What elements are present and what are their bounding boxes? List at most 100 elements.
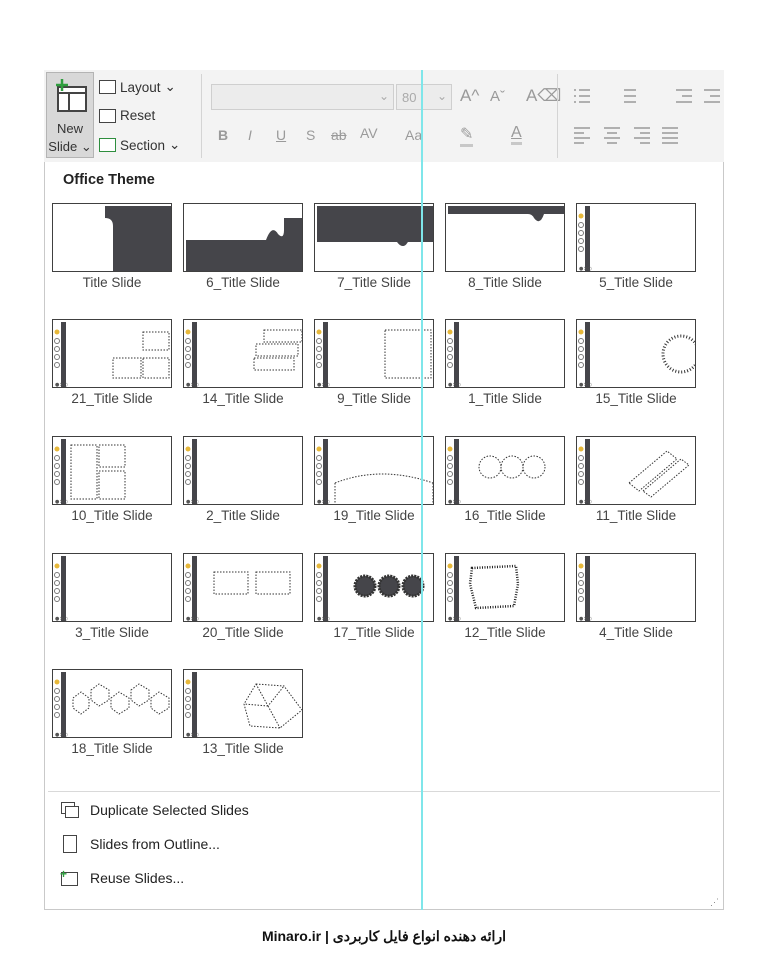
font-size-box[interactable]: 80 ⌄ [396, 84, 452, 110]
bold-button[interactable]: B [218, 127, 228, 143]
slide-layout-label: 10_Title Slide [71, 508, 153, 523]
layout-preview [448, 206, 564, 222]
strikethrough-button[interactable]: ab [331, 127, 347, 143]
slide-layout-thumbnail[interactable] [445, 203, 565, 272]
layout-preview: ●×○ [578, 556, 592, 622]
layout-preview [105, 206, 171, 271]
slide-layout-thumbnail[interactable]: ●×○ [52, 436, 172, 505]
section-button[interactable]: Section ⌄ [99, 137, 180, 153]
svg-text:●×○: ●×○ [317, 382, 330, 388]
font-size-value: 80 [402, 90, 417, 105]
slide-layout-thumbnail[interactable]: ●×○ [52, 319, 172, 388]
layout-preview: ●×○ [316, 439, 433, 505]
reset-label: Reset [120, 108, 156, 123]
layout-preview: ●×○ [54, 556, 68, 621]
resize-grip-icon[interactable]: ⋰ [710, 897, 719, 908]
duplicate-label: Duplicate Selected Slides [90, 802, 249, 818]
svg-text:●×○: ●×○ [579, 382, 592, 388]
underline-button[interactable]: U [276, 127, 286, 143]
slide-layout-thumbnail[interactable]: ●×○ [576, 203, 696, 272]
slide-layout-thumbnail[interactable]: ●×○ [576, 553, 696, 622]
slide-layout-thumbnail[interactable]: ●×○ [314, 436, 434, 505]
svg-text:●×○: ●×○ [579, 499, 592, 505]
layout-preview: ●×○ [578, 439, 690, 505]
slide-layout-label: 12_Title Slide [464, 625, 546, 640]
highlight-icon[interactable]: ✎ [460, 124, 474, 147]
new-slide-icon [56, 79, 87, 112]
slide-layout-label: 11_Title Slide [595, 508, 677, 523]
slide-layout-label: 16_Title Slide [464, 508, 546, 523]
slide-layout-label: 8_Title Slide [468, 275, 542, 290]
increase-indent-icon [704, 89, 720, 103]
menu-divider [48, 791, 720, 792]
italic-button[interactable]: I [248, 127, 252, 143]
align-right-icon [634, 127, 650, 144]
ribbon-separator [557, 74, 558, 158]
slide-layout-thumbnail[interactable]: ●×○ [576, 319, 696, 388]
slide-layout-thumbnail[interactable]: ●×○ [445, 319, 565, 388]
char-spacing-button[interactable]: AV [360, 125, 378, 141]
slide-layout-label: 3_Title Slide [75, 625, 149, 640]
reuse-slides-item[interactable]: + Reuse Slides... [60, 867, 184, 887]
svg-text:●×○: ●×○ [579, 616, 592, 622]
align-center-icon [604, 127, 620, 144]
layout-preview: ●×○ [185, 322, 302, 387]
shadow-button[interactable]: S [306, 127, 315, 143]
duplicate-slides-item[interactable]: Duplicate Selected Slides [60, 801, 249, 819]
svg-text:●×○: ●×○ [55, 732, 68, 738]
slide-layout-thumbnail[interactable]: ●×○ [314, 319, 434, 388]
slide-layout-label: 18_Title Slide [71, 741, 153, 756]
slide-layout-label: 4_Title Slide [599, 625, 673, 640]
new-slide-button[interactable]: New Slide ⌄ [46, 72, 94, 158]
layout-preview: ●×○ [185, 556, 291, 621]
svg-text:●×○: ●×○ [317, 499, 330, 505]
alignment-guide [421, 70, 423, 910]
slide-layout-thumbnail[interactable] [52, 203, 172, 272]
duplicate-icon [60, 801, 79, 819]
slide-layout-thumbnail[interactable]: ●×○ [183, 553, 303, 622]
layout-preview: ●×○ [54, 322, 170, 387]
grow-font-icon[interactable]: A^ [460, 86, 479, 106]
slide-layout-label: 1_Title Slide [468, 391, 542, 406]
chevron-down-icon: ⌄ [169, 137, 181, 152]
layout-preview [186, 218, 302, 271]
layout-preview: ●×○ [447, 556, 520, 622]
layout-icon [99, 80, 116, 94]
slide-layout-label: 21_Title Slide [71, 391, 153, 406]
slide-layout-thumbnail[interactable]: ●×○ [314, 553, 434, 622]
layout-preview: ●×○ [447, 322, 461, 387]
svg-text:●×○: ●×○ [186, 732, 199, 738]
reset-icon [99, 108, 116, 123]
chevron-down-icon: ⌄ [436, 89, 447, 103]
font-color-button[interactable]: A [511, 124, 522, 145]
svg-text:●×○: ●×○ [448, 499, 461, 505]
slide-layout-thumbnail[interactable]: ●×○ [183, 319, 303, 388]
layout-button[interactable]: Layout ⌄ [99, 79, 176, 95]
slide-layout-label: 6_Title Slide [206, 275, 280, 290]
svg-text:●×○: ●×○ [317, 616, 330, 622]
slide-layout-thumbnail[interactable] [183, 203, 303, 272]
shrink-font-icon[interactable]: Aˇ [490, 88, 505, 105]
slide-layout-thumbnail[interactable]: ●×○ [183, 436, 303, 505]
slide-layout-label: 5_Title Slide [599, 275, 673, 290]
align-left-icon [574, 127, 590, 144]
slide-layout-thumbnail[interactable]: ●×○ [52, 669, 172, 738]
font-name-box[interactable]: ⌄ [211, 84, 394, 110]
slide-layout-thumbnail[interactable]: ●×○ [183, 669, 303, 738]
numbering-icon [624, 89, 636, 103]
slide-layout-label: 20_Title Slide [202, 625, 284, 640]
layout-preview [317, 206, 433, 246]
slide-layout-thumbnail[interactable]: ●×○ [445, 553, 565, 622]
slide-layout-thumbnail[interactable]: ●×○ [52, 553, 172, 622]
slide-layout-label: 15_Title Slide [595, 391, 677, 406]
svg-text:●×○: ●×○ [448, 616, 461, 622]
slide-layout-thumbnail[interactable]: ●×○ [576, 436, 696, 505]
paragraph-tools [574, 89, 720, 144]
change-case-button[interactable]: Aa [405, 127, 422, 143]
slide-layout-thumbnail[interactable] [314, 203, 434, 272]
slide-layout-thumbnail[interactable]: ●×○ [445, 436, 565, 505]
slides-from-outline-item[interactable]: Slides from Outline... [60, 835, 220, 853]
chevron-down-icon: ⌄ [378, 89, 389, 103]
reset-button[interactable]: Reset [99, 108, 155, 123]
outline-icon [60, 835, 78, 853]
